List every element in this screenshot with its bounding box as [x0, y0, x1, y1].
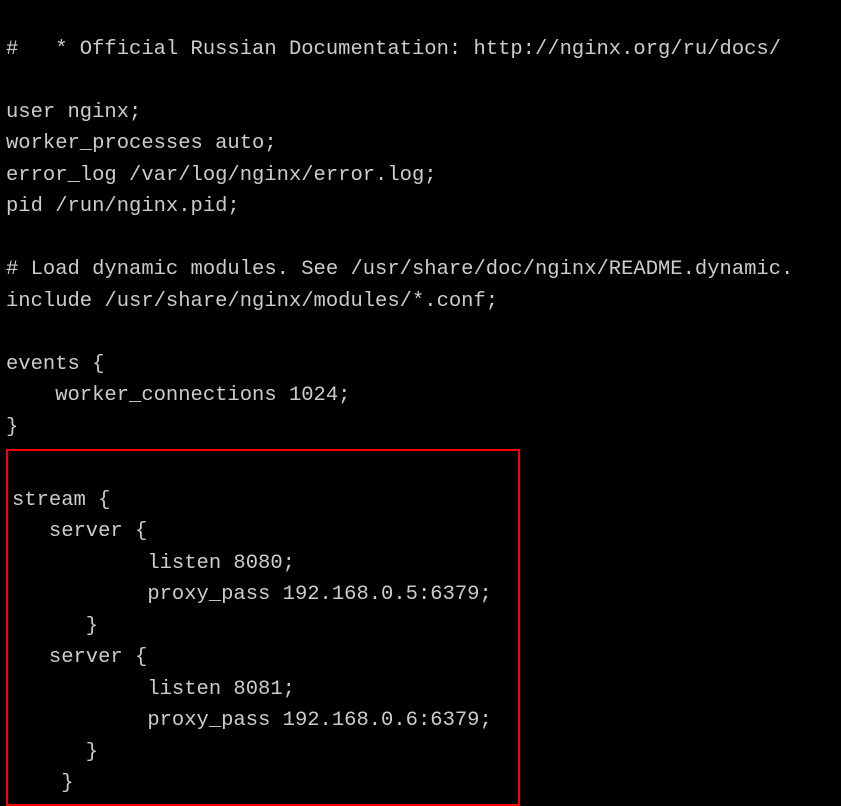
- code-line: }: [12, 741, 98, 764]
- code-line: }: [12, 772, 74, 795]
- code-line: listen 8080;: [12, 552, 295, 575]
- code-line: worker_connections 1024;: [6, 384, 350, 407]
- code-line: # Load dynamic modules. See /usr/share/d…: [6, 258, 793, 281]
- code-line: }: [12, 615, 98, 638]
- code-line: user nginx;: [6, 101, 141, 124]
- nginx-stream-block-highlight: stream { server { listen 8080; proxy_pas…: [6, 449, 520, 806]
- code-line: # * Official Russian Documentation: http…: [6, 38, 781, 61]
- code-line: worker_processes auto;: [6, 132, 277, 155]
- code-line: pid /run/nginx.pid;: [6, 195, 240, 218]
- code-line: events {: [6, 353, 104, 376]
- code-line: include /usr/share/nginx/modules/*.conf;: [6, 290, 498, 313]
- code-line: server {: [12, 646, 147, 669]
- code-line: stream {: [12, 489, 110, 512]
- code-line: proxy_pass 192.168.0.6:6379;: [12, 709, 492, 732]
- code-line: proxy_pass 192.168.0.5:6379;: [12, 583, 492, 606]
- code-line: server {: [12, 520, 147, 543]
- code-line: listen 8081;: [12, 678, 295, 701]
- code-line: }: [6, 416, 18, 439]
- code-line: error_log /var/log/nginx/error.log;: [6, 164, 437, 187]
- nginx-config-top: # * Official Russian Documentation: http…: [6, 2, 835, 443]
